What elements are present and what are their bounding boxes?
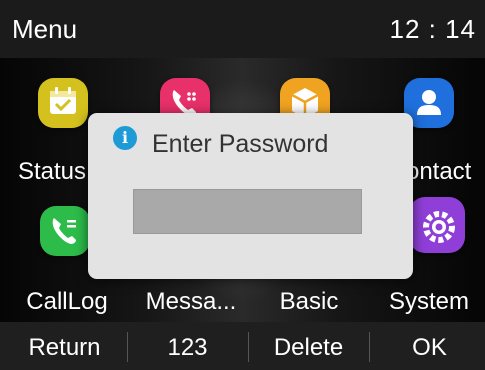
input-mode-button[interactable]: 123 <box>127 322 248 370</box>
phone-screen: Menu 12 : 14 Status Contact CallLog Mess… <box>0 0 485 370</box>
password-dialog: i Enter Password <box>88 113 413 279</box>
page-title: Menu <box>12 14 78 44</box>
menu-item-label: System <box>388 288 469 315</box>
return-button[interactable]: Return <box>4 322 125 370</box>
info-icon: i <box>113 126 137 150</box>
ok-button[interactable]: OK <box>369 322 485 370</box>
password-input[interactable] <box>133 189 362 234</box>
gear-icon <box>409 197 465 253</box>
softkey-bar: Return 123 Delete OK <box>0 322 485 370</box>
status-bar: Menu 12 : 14 <box>0 0 485 58</box>
dialog-title: Enter Password <box>152 130 329 158</box>
menu-item-label: Messa... <box>145 288 237 315</box>
calendar-check-icon <box>38 78 88 128</box>
delete-button[interactable]: Delete <box>248 322 369 370</box>
clock: 12 : 14 <box>389 14 476 44</box>
menu-item-label: CallLog <box>26 288 108 315</box>
phone-list-icon <box>40 206 90 256</box>
menu-item-label: Basic <box>279 288 339 315</box>
